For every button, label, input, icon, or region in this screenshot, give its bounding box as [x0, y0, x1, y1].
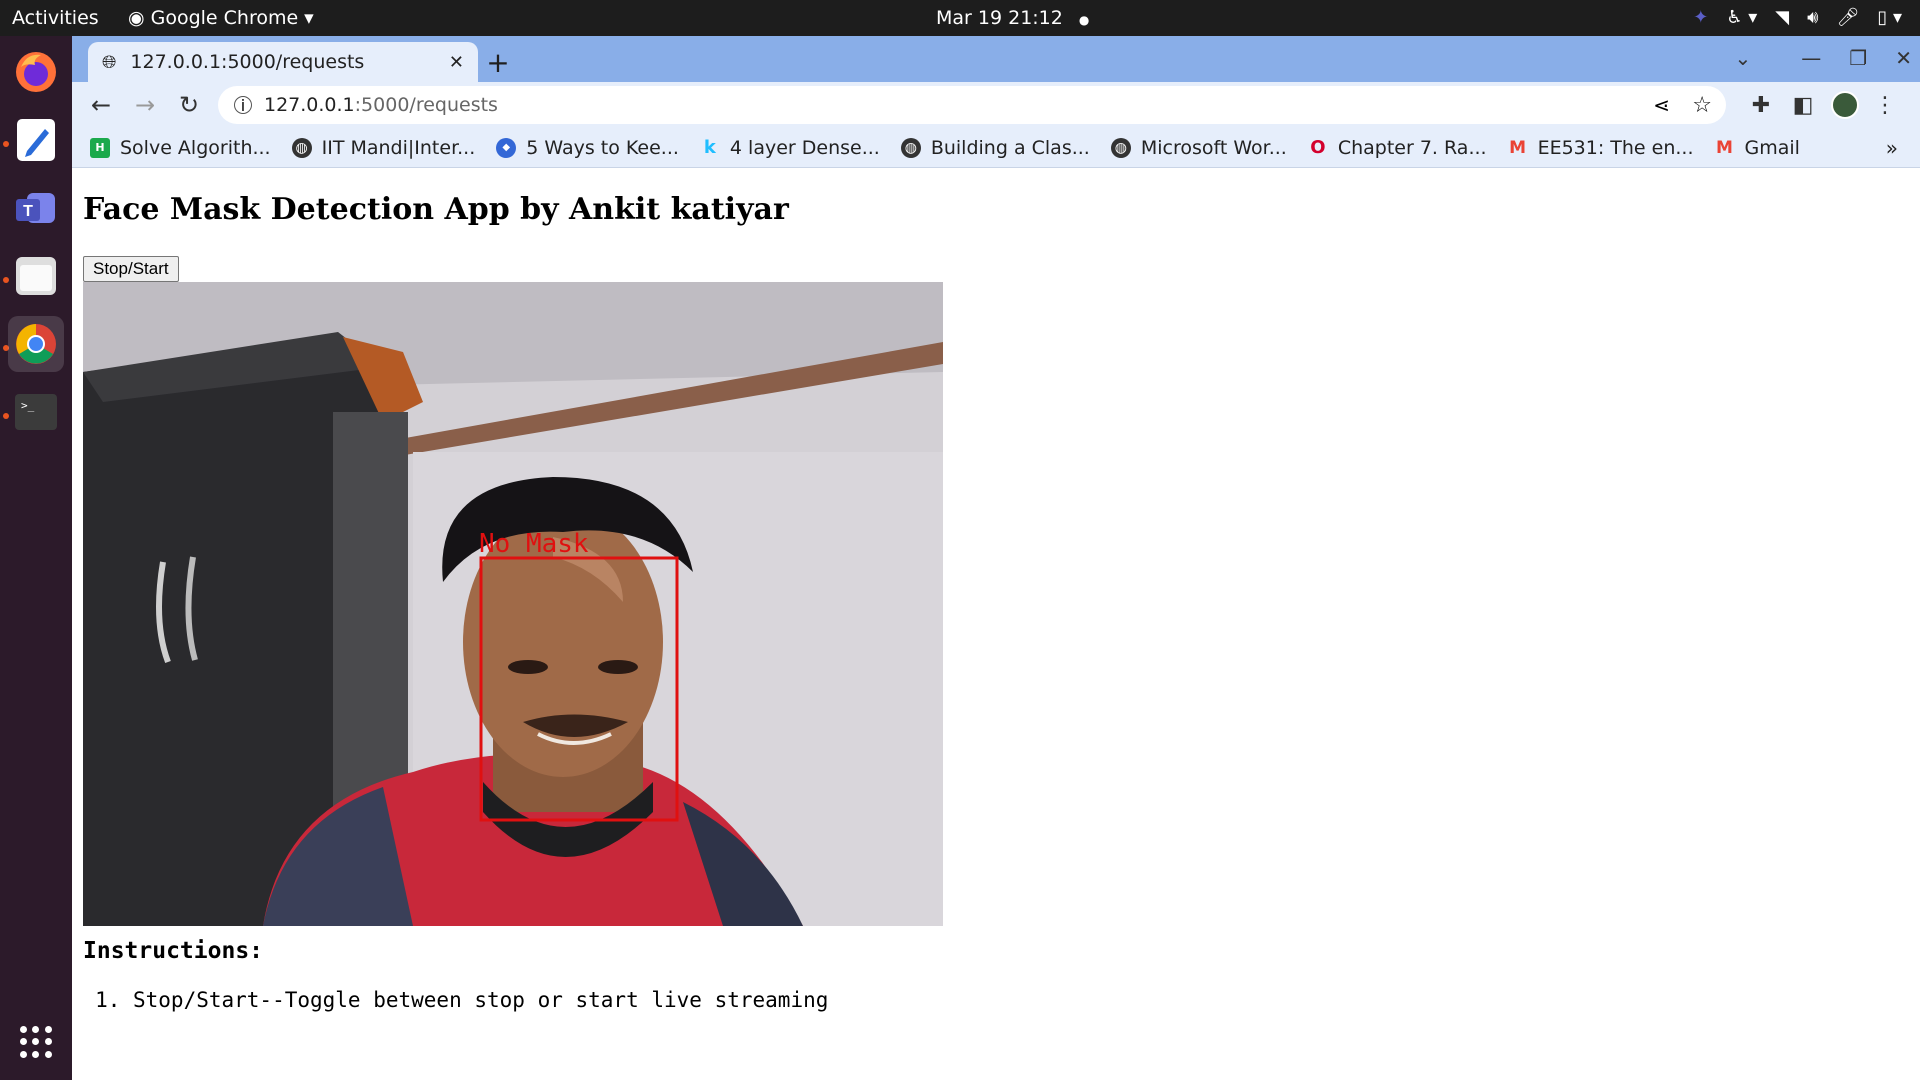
- bookmark-label: Microsoft Wor...: [1140, 136, 1287, 159]
- tab-title: 127.0.0.1:5000/requests: [130, 51, 365, 73]
- accessibility-icon: ♿︎ ▾: [1726, 7, 1758, 28]
- bookmark-item[interactable]: k 4 layer Dense...: [700, 137, 880, 159]
- app-menu[interactable]: ◉ Google Chrome ▾: [128, 7, 314, 29]
- clock[interactable]: Mar 19 21:12 ●: [936, 7, 1089, 29]
- bookmark-item[interactable]: ◍ Microsoft Wor...: [1110, 136, 1287, 159]
- bookmark-star-icon[interactable]: ☆: [1692, 93, 1712, 118]
- bookmarks-bar: H Solve Algorith... ◍ IIT Mandi|Inter...…: [72, 128, 1920, 168]
- bookmark-item[interactable]: ◍ IIT Mandi|Inter...: [291, 136, 476, 159]
- files-icon[interactable]: [8, 248, 64, 304]
- gmail-icon: M: [1509, 137, 1527, 158]
- page-title: Face Mask Detection App by Ankit katiyar: [83, 192, 789, 227]
- globe-icon: ◍: [900, 137, 921, 158]
- terminal-icon[interactable]: >_: [8, 384, 64, 440]
- bookmark-item[interactable]: H Solve Algorith...: [90, 137, 271, 159]
- bookmark-item[interactable]: M EE531: The en...: [1508, 136, 1694, 159]
- chrome-menu-icon[interactable]: ⋮: [1868, 88, 1902, 122]
- oreilly-icon: O: [1310, 137, 1326, 158]
- activities-button[interactable]: Activities: [12, 7, 99, 29]
- share-icon[interactable]: ⋖: [1653, 93, 1670, 117]
- info-icon[interactable]: i: [234, 96, 252, 115]
- bookmark-item[interactable]: O Chapter 7. Ra...: [1308, 136, 1487, 159]
- globe-icon: 🌐︎: [102, 51, 117, 73]
- globe-icon: ◍: [291, 137, 312, 158]
- bookmark-item[interactable]: M Gmail: [1715, 137, 1800, 159]
- minimize-icon[interactable]: —: [1801, 46, 1821, 70]
- forward-button[interactable]: →: [128, 88, 162, 122]
- web-page: Face Mask Detection App by Ankit katiyar…: [72, 168, 1920, 1080]
- browser-toolbar: ← → ↻ i 127.0.0.1:5000/requests ⋖ ☆ ✚ ◧ …: [72, 82, 1920, 128]
- bookmark-label: Gmail: [1744, 136, 1800, 159]
- bookmark-label: Solve Algorith...: [120, 136, 271, 159]
- bookmark-label: Chapter 7. Ra...: [1337, 136, 1487, 159]
- battery-icon: ▯ ▾: [1877, 7, 1902, 28]
- url-path: :5000/requests: [354, 94, 498, 116]
- shield-icon: ◆: [496, 137, 517, 158]
- tab-requests[interactable]: 🌐︎ 127.0.0.1:5000/requests ✕: [88, 42, 478, 82]
- close-tab-icon[interactable]: ✕: [449, 52, 464, 73]
- chrome-small-icon: ◉: [128, 7, 145, 29]
- system-tray[interactable]: ✦ ♿︎ ▾ ◥ 🔊︎ 🎤︎ ▯ ▾: [1693, 7, 1902, 28]
- bookmark-label: Building a Clas...: [930, 136, 1090, 159]
- back-button[interactable]: ←: [84, 88, 118, 122]
- tab-strip: 🌐︎ 127.0.0.1:5000/requests ✕ + ⌄ — ❐ ✕: [72, 36, 1920, 82]
- hackerrank-icon: H: [90, 137, 110, 158]
- teams-icon[interactable]: T: [8, 180, 64, 236]
- wifi-icon: ◥: [1775, 7, 1790, 28]
- stop-start-button[interactable]: Stop/Start: [83, 256, 179, 282]
- kaggle-icon: k: [703, 137, 716, 158]
- video-frame: No Mask: [83, 282, 943, 926]
- show-applications-icon[interactable]: [20, 1026, 52, 1058]
- side-panel-icon[interactable]: ◧: [1786, 88, 1820, 122]
- notification-dot-icon: ●: [1078, 13, 1090, 27]
- globe-icon: ◍: [1110, 137, 1131, 158]
- microphone-icon: 🎤︎: [1836, 7, 1860, 28]
- url-host: 127.0.0.1: [264, 94, 355, 116]
- instructions-list: Stop/Start--Toggle between stop or start…: [83, 988, 828, 1012]
- window-controls: ⌄ — ❐ ✕: [1735, 46, 1912, 70]
- chrome-window: 🌐︎ 127.0.0.1:5000/requests ✕ + ⌄ — ❐ ✕ ←…: [72, 36, 1920, 1080]
- dock: T >_: [0, 36, 72, 1080]
- bookmark-item[interactable]: ◆ 5 Ways to Kee...: [496, 137, 679, 159]
- svg-text:T: T: [23, 203, 33, 220]
- more-bookmarks-button[interactable]: »: [1886, 136, 1898, 160]
- svg-text:>_: >_: [21, 399, 35, 412]
- close-window-icon[interactable]: ✕: [1895, 46, 1912, 70]
- instructions-heading: Instructions:: [83, 938, 264, 964]
- address-bar[interactable]: i 127.0.0.1:5000/requests ⋖ ☆: [218, 86, 1726, 124]
- reload-button[interactable]: ↻: [172, 88, 206, 122]
- firefox-icon[interactable]: [8, 44, 64, 100]
- instruction-item: Stop/Start--Toggle between stop or start…: [133, 988, 828, 1012]
- bookmark-item[interactable]: ◍ Building a Clas...: [900, 136, 1090, 159]
- clock-text: Mar 19 21:12: [936, 7, 1063, 29]
- bookmark-label: IIT Mandi|Inter...: [321, 136, 476, 159]
- teams-tray-icon: ✦: [1693, 7, 1709, 28]
- text-editor-icon[interactable]: [8, 112, 64, 168]
- bookmark-label: 4 layer Dense...: [729, 136, 880, 159]
- detection-label: No Mask: [479, 529, 589, 559]
- profile-avatar[interactable]: [1828, 88, 1862, 122]
- new-tab-button[interactable]: +: [480, 44, 516, 80]
- bookmark-label: 5 Ways to Kee...: [526, 136, 679, 159]
- bookmark-label: EE531: The en...: [1537, 136, 1694, 159]
- chevron-down-icon: ▾: [304, 7, 314, 29]
- chrome-icon[interactable]: [8, 316, 64, 372]
- gmail-icon: M: [1716, 137, 1733, 158]
- app-menu-label: Google Chrome: [150, 7, 299, 29]
- tab-search-icon[interactable]: ⌄: [1735, 46, 1752, 70]
- system-top-bar: Activities ◉ Google Chrome ▾ Mar 19 21:1…: [0, 0, 1920, 36]
- extensions-icon[interactable]: ✚: [1744, 88, 1778, 122]
- video-stream: No Mask: [83, 282, 943, 926]
- volume-icon: 🔊︎: [1807, 7, 1819, 28]
- restore-icon[interactable]: ❐: [1849, 46, 1867, 70]
